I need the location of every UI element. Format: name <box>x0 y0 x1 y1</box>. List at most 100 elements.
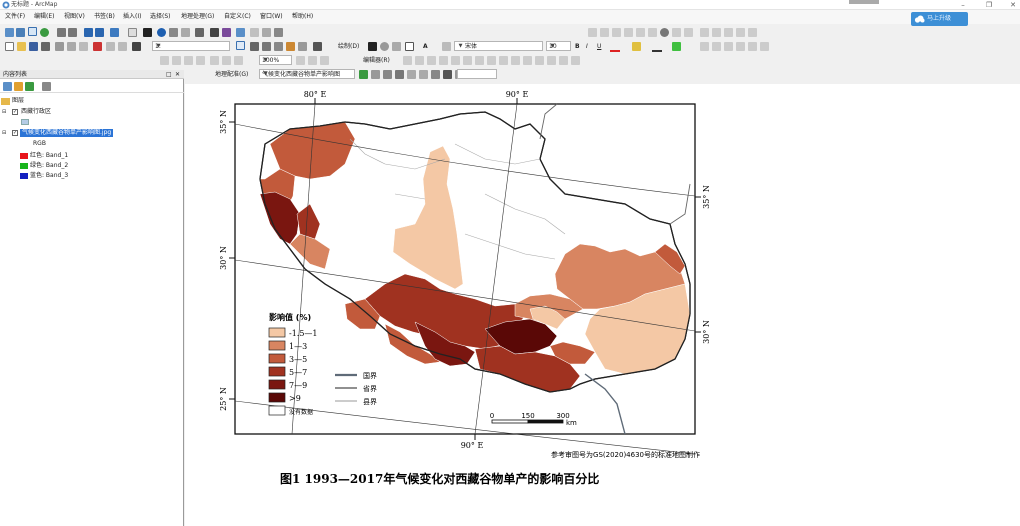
editor-toolbar-icon[interactable] <box>236 41 245 50</box>
menu-view[interactable]: 视图(V) <box>64 13 85 21</box>
arctoolbox-icon[interactable] <box>286 42 295 51</box>
fixed-zoom-out-icon[interactable] <box>68 28 77 37</box>
menu-help[interactable]: 帮助(H) <box>292 13 313 21</box>
collapse-icon[interactable]: ⊟ <box>2 129 6 137</box>
close-button[interactable]: ✕ <box>1006 0 1020 10</box>
redo-icon[interactable] <box>118 42 127 51</box>
delete-icon[interactable] <box>93 42 102 51</box>
lat-label-25n-left: 25° N <box>219 387 228 411</box>
shift-icon[interactable] <box>371 70 380 79</box>
georef-layer-dropdown[interactable]: 气候变化西藏谷物单产影响图 ▼ <box>259 69 355 79</box>
clear-selection-icon[interactable] <box>128 28 137 37</box>
drawing-menu[interactable]: 绘制(D) <box>338 42 359 51</box>
georeferencing-menu[interactable]: 地理配准(G) <box>215 70 248 79</box>
layer2-checkbox[interactable]: ✓ <box>12 130 18 136</box>
save-icon[interactable] <box>29 42 38 51</box>
viewer-icon[interactable] <box>236 28 245 37</box>
model-builder-icon[interactable] <box>313 42 322 51</box>
font-size-dropdown[interactable]: 10 ▼ <box>546 41 571 51</box>
menu-customize[interactable]: 自定义(C) <box>224 13 251 21</box>
edit-vertices-icon[interactable] <box>442 42 451 51</box>
maximize-button[interactable]: ❐ <box>982 0 996 10</box>
print-icon[interactable] <box>41 42 50 51</box>
select-elements-icon[interactable] <box>368 42 377 51</box>
delete-link-icon[interactable] <box>431 70 440 79</box>
hyperlink-icon[interactable] <box>181 28 190 37</box>
font-color-icon[interactable] <box>610 43 620 52</box>
time-slider-icon[interactable] <box>222 28 231 37</box>
rotate-icon[interactable] <box>380 42 389 51</box>
map-view[interactable]: 80° E 90° E 90° E 35° N 30° N 25° N 35° … <box>185 84 1020 526</box>
toc-window-icon[interactable] <box>250 42 259 51</box>
fill-color-icon[interactable] <box>632 42 641 51</box>
search-window-icon[interactable] <box>274 42 283 51</box>
menu-insert[interactable]: 插入(I) <box>123 13 141 21</box>
select-link-icon[interactable] <box>407 70 416 79</box>
layer-impact-image[interactable]: 气候变化西藏谷物单产影响图.jpg <box>20 129 114 137</box>
rectangle-icon[interactable] <box>405 42 414 51</box>
undo-icon[interactable] <box>106 42 115 51</box>
copy-icon[interactable] <box>67 42 76 51</box>
create-viewer-icon[interactable] <box>274 28 283 37</box>
layout-zoom-dropdown[interactable]: 100% ▼ <box>259 55 292 65</box>
zoom-to-selected-link-icon[interactable] <box>419 70 428 79</box>
add-control-points-icon[interactable] <box>395 70 404 79</box>
menu-geoprocessing[interactable]: 地理处理(G) <box>181 13 214 21</box>
line-color-icon[interactable] <box>652 43 662 52</box>
viewer-link-icon[interactable] <box>443 70 452 79</box>
back-icon[interactable] <box>84 28 93 37</box>
marker-color-icon[interactable] <box>672 42 681 51</box>
underline-button[interactable]: U <box>597 42 601 51</box>
paste-icon[interactable] <box>79 42 88 51</box>
menu-window[interactable]: 窗口(W) <box>260 13 283 21</box>
toc-pin-icon[interactable]: □ <box>166 70 172 79</box>
menu-edit[interactable]: 编辑(E) <box>34 13 54 21</box>
zoom-whole-page-icon[interactable] <box>392 42 401 51</box>
add-data-icon[interactable] <box>132 42 141 51</box>
find-icon[interactable] <box>169 28 178 37</box>
pan-icon[interactable] <box>28 27 37 36</box>
collapse-icon[interactable]: ⊟ <box>2 108 6 116</box>
new-document-icon[interactable] <box>5 42 14 51</box>
go-to-xy-icon[interactable] <box>262 28 271 37</box>
toc-close-icon[interactable]: ✕ <box>175 70 180 79</box>
scale-icon[interactable] <box>383 70 392 79</box>
layers-data-frame[interactable]: 图层 <box>12 97 24 105</box>
catalog-window-icon[interactable] <box>262 42 271 51</box>
bold-button[interactable]: B <box>575 42 580 51</box>
layer1-checkbox[interactable]: ✓ <box>12 109 18 115</box>
text-tool-icon[interactable]: A <box>423 42 428 51</box>
options-icon[interactable] <box>42 82 51 91</box>
zoom-out-icon[interactable] <box>16 28 25 37</box>
layer-admin-regions[interactable]: 西藏行政区 <box>21 108 51 116</box>
open-icon[interactable] <box>17 42 26 51</box>
identify-icon[interactable] <box>157 28 166 37</box>
menu-file[interactable]: 文件(F) <box>5 13 25 21</box>
map-scale-dropdown[interactable]: 1: ▼ <box>152 41 230 51</box>
editor-menu[interactable]: 编辑器(R) <box>363 56 390 65</box>
measure-icon[interactable] <box>195 28 204 37</box>
italic-button[interactable]: I <box>586 42 588 51</box>
html-popup-icon[interactable] <box>210 28 219 37</box>
forward-icon[interactable] <box>95 28 104 37</box>
select-elements-icon[interactable] <box>143 28 152 37</box>
zoom-in-icon[interactable] <box>5 28 14 37</box>
select-features-icon[interactable] <box>110 28 119 37</box>
rotate-georef-icon[interactable] <box>359 70 368 79</box>
disabled-tool-icon <box>160 56 169 65</box>
full-extent-icon[interactable] <box>40 28 49 37</box>
python-icon[interactable] <box>298 42 307 51</box>
find-route-icon[interactable] <box>250 28 259 37</box>
fixed-zoom-in-icon[interactable] <box>57 28 66 37</box>
menu-selection[interactable]: 选择(S) <box>150 13 171 21</box>
cut-icon[interactable] <box>55 42 64 51</box>
list-by-visibility-icon[interactable] <box>25 82 34 91</box>
minimize-button[interactable]: – <box>956 0 970 10</box>
lat-label-30n-right: 30° N <box>702 320 711 344</box>
list-by-source-icon[interactable] <box>14 82 23 91</box>
list-by-drawing-order-icon[interactable] <box>3 82 12 91</box>
menu-bookmarks[interactable]: 书签(B) <box>94 13 115 21</box>
cloud-upgrade-button[interactable]: 马上升级 <box>911 12 968 26</box>
georef-transform-box[interactable] <box>457 69 497 79</box>
font-name-dropdown[interactable]: 宋体 ▼ <box>454 41 543 51</box>
